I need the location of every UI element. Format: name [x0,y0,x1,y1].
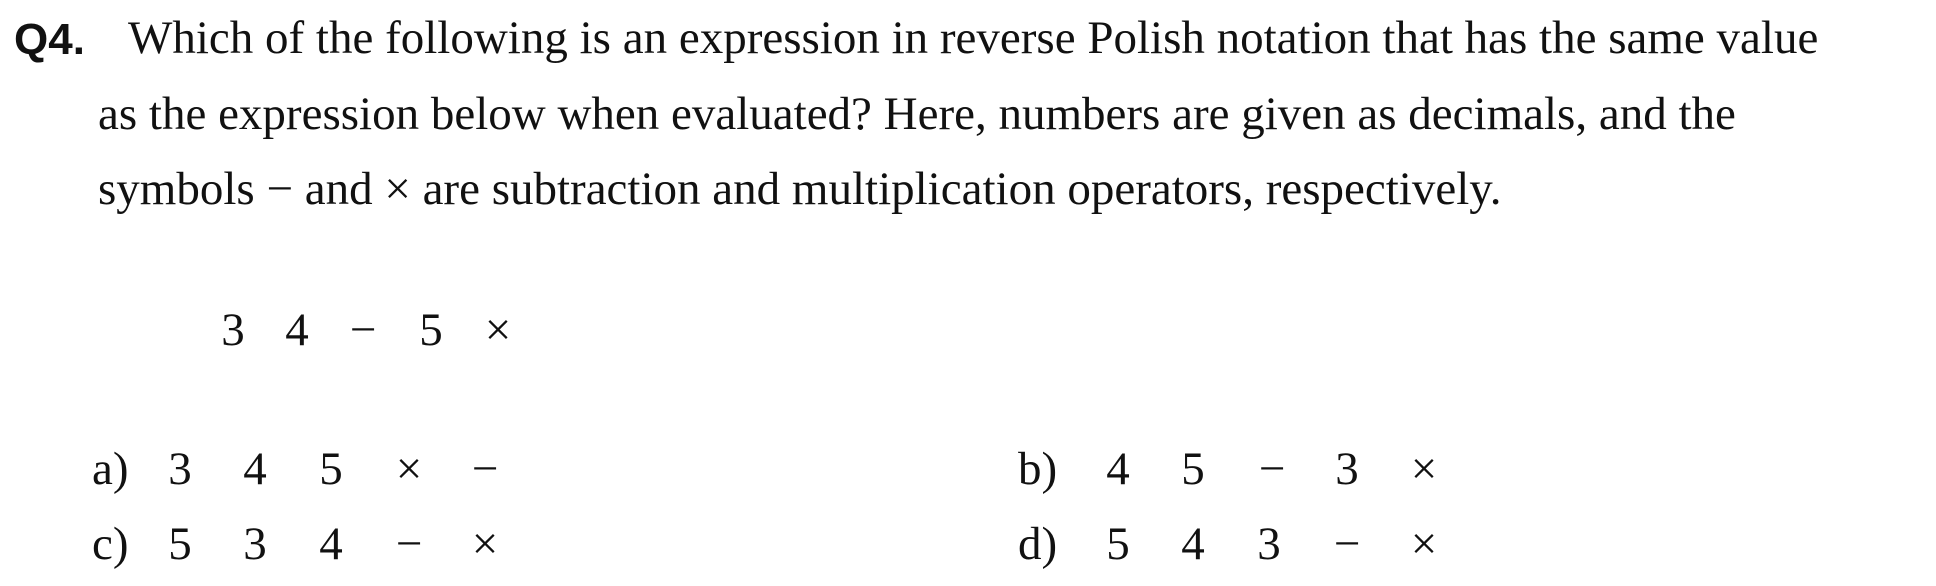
question-text-line-1: Which of the following is an expression … [128,12,1819,64]
option-token: − [395,518,423,570]
option-token: 4 [319,518,343,570]
option-token: 3 [1335,443,1359,495]
expression-token: 3 [221,304,245,356]
option-token: − [471,443,499,495]
option-token: 5 [319,443,343,495]
option-label: b) [1018,443,1058,495]
option-token: 3 [168,443,192,495]
option-token: 5 [1106,518,1130,570]
question-number: Q4. [14,15,85,64]
option-token: 5 [168,518,192,570]
option-token: 3 [1257,518,1281,570]
option-token: − [1258,443,1286,495]
option-token: 4 [243,443,267,495]
question-text-line-3: symbols − and × are subtraction and mult… [98,163,1502,215]
option-token: 4 [1106,443,1130,495]
option-label: d) [1018,518,1058,570]
option-token: − [1333,518,1361,570]
option-token: × [395,443,423,495]
option-token: 4 [1181,518,1205,570]
option-token: × [471,518,499,570]
option-label: c) [92,518,129,570]
option-token: × [1410,443,1438,495]
expression-token: − [349,304,377,356]
expression-token: × [484,304,512,356]
option-token: × [1410,518,1438,570]
option-label: a) [92,443,129,495]
expression-token: 4 [285,304,309,356]
expression-token: 5 [419,304,443,356]
question-text-line-2: as the expression below when evaluated? … [98,88,1736,140]
option-token: 5 [1181,443,1205,495]
option-token: 3 [243,518,267,570]
